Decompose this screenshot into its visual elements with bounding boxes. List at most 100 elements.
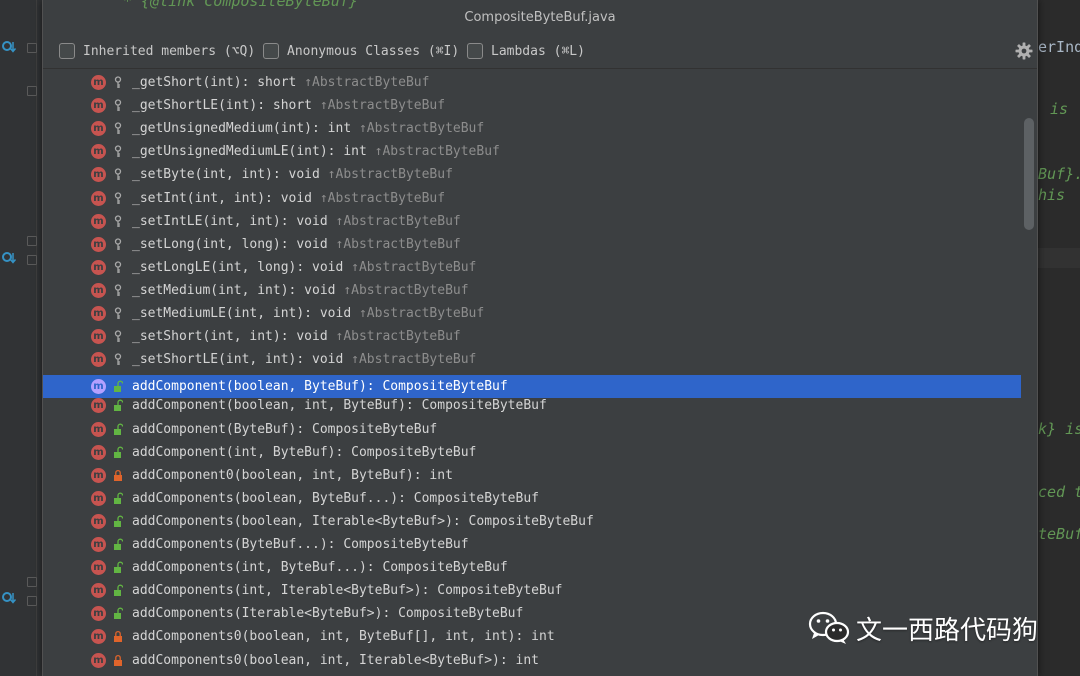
fold-toggle[interactable] xyxy=(27,86,37,96)
member-name: addComponents(int, ByteBuf...): Composit… xyxy=(132,560,508,575)
member-signature: _setInt(int, int): void ↑AbstractByteBuf xyxy=(132,190,445,207)
member-row[interactable]: m _setShort(int, int): void ↑AbstractByte… xyxy=(43,325,1021,348)
protected-key-icon xyxy=(114,307,122,319)
member-row[interactable]: m addComponents0(boolean, int, Iterable<B… xyxy=(43,649,1021,672)
protected-key-icon xyxy=(114,353,122,365)
method-icon: m xyxy=(91,260,106,275)
member-signature: _setLongLE(int, long): void ↑AbstractByt… xyxy=(132,259,476,276)
member-signature: _setByte(int, int): void ↑AbstractByteBu… xyxy=(132,166,453,183)
member-row[interactable]: m _setMedium(int, int): void ↑AbstractByt… xyxy=(43,279,1021,302)
fold-toggle[interactable] xyxy=(27,596,37,606)
member-signature: _getUnsignedMediumLE(int): int ↑Abstract… xyxy=(132,143,500,160)
member-row[interactable]: m _setIntLE(int, int): void ↑AbstractByte… xyxy=(43,210,1021,233)
member-row[interactable]: m _setShortLE(int, int): void ↑AbstractBy… xyxy=(43,348,1021,371)
member-row[interactable]: m addComponents(int, ByteBuf...): Composi… xyxy=(43,556,1021,579)
inherited-from-label: ↑AbstractByteBuf xyxy=(327,167,453,182)
member-row[interactable]: m addComponents(boolean, Iterable<ByteBuf… xyxy=(43,510,1021,533)
inherited-from-label: ↑AbstractByteBuf xyxy=(358,121,485,136)
member-row[interactable]: m addComponent(ByteBuf): CompositeByteBuf xyxy=(43,418,1021,441)
member-signature: addComponent(int, ByteBuf): CompositeByt… xyxy=(132,444,476,461)
member-name: addComponents(ByteBuf...): CompositeByte… xyxy=(132,537,469,552)
public-unlock-icon xyxy=(114,446,123,458)
member-name: addComponent(boolean, int, ByteBuf): Com… xyxy=(132,398,547,413)
protected-key-icon xyxy=(114,192,122,204)
checkbox-box[interactable] xyxy=(59,43,75,59)
fold-toggle[interactable] xyxy=(27,255,37,265)
member-name: addComponent0(boolean, int, ByteBuf): in… xyxy=(132,468,453,483)
private-lock-icon xyxy=(114,469,122,481)
inherited-members-checkbox[interactable]: Inherited members (⌥Q) xyxy=(59,42,255,60)
member-signature: addComponents0(boolean, int, Iterable<By… xyxy=(132,652,539,669)
member-signature: _setMediumLE(int, int): void ↑AbstractBy… xyxy=(132,305,484,322)
inherited-from-label: ↑AbstractByteBuf xyxy=(343,283,469,298)
method-icon: m xyxy=(91,583,106,598)
method-icon: m xyxy=(91,537,106,552)
member-signature: addComponent(boolean, ByteBuf): Composit… xyxy=(132,378,508,395)
member-row[interactable]: m _setInt(int, int): void ↑AbstractByteBu… xyxy=(43,187,1021,210)
member-row[interactable]: m _getUnsignedMedium(int): int ↑AbstractB… xyxy=(43,117,1021,140)
filter-bar: Inherited members (⌥Q) Anonymous Classes… xyxy=(43,34,1037,69)
implements-method-icon[interactable] xyxy=(1,251,17,265)
member-row[interactable]: m addComponent(int, ByteBuf): CompositeBy… xyxy=(43,441,1021,464)
member-row[interactable]: m addComponents(int, Iterable<ByteBuf>): … xyxy=(43,579,1021,602)
member-name: addComponents0(boolean, int, ByteBuf[], … xyxy=(132,629,555,644)
member-row[interactable]: m _setLong(int, long): void ↑AbstractByte… xyxy=(43,233,1021,256)
member-row[interactable]: m addComponents(boolean, ByteBuf...): Com… xyxy=(43,487,1021,510)
member-name: _setIntLE(int, int): void xyxy=(132,214,328,229)
protected-key-icon xyxy=(114,145,122,157)
watermark: 文一西路代码狗 xyxy=(808,608,1038,648)
protected-key-icon xyxy=(114,122,122,134)
member-name: _setLongLE(int, long): void xyxy=(132,260,344,275)
member-name: addComponents(Iterable<ByteBuf>): Compos… xyxy=(132,606,524,621)
member-row[interactable]: m _getShort(int): short ↑AbstractByteBuf xyxy=(43,71,1021,94)
scrollbar-thumb[interactable] xyxy=(1024,118,1034,230)
fold-toggle[interactable] xyxy=(27,236,37,246)
member-row[interactable]: m addComponent(boolean, int, ByteBuf): Co… xyxy=(43,394,1021,417)
member-signature: _getShortLE(int): short ↑AbstractByteBuf xyxy=(132,97,445,114)
member-name: _setMediumLE(int, int): void xyxy=(132,306,352,321)
implements-method-icon[interactable] xyxy=(1,40,17,54)
public-unlock-icon xyxy=(114,399,123,411)
private-lock-icon xyxy=(114,654,122,666)
member-signature: _getUnsignedMedium(int): int ↑AbstractBy… xyxy=(132,120,484,137)
checkbox-box[interactable] xyxy=(467,43,483,59)
wechat-icon xyxy=(808,611,850,644)
method-icon: m xyxy=(91,75,106,90)
member-row[interactable]: m addComponent0(boolean, int, ByteBuf): i… xyxy=(43,464,1021,487)
protected-key-icon xyxy=(114,330,122,342)
member-row[interactable]: m _getUnsignedMediumLE(int): int ↑Abstrac… xyxy=(43,140,1021,163)
member-row[interactable]: m addComponents(ByteBuf...): CompositeByt… xyxy=(43,533,1021,556)
method-icon: m xyxy=(91,491,106,506)
member-name: addComponents0(boolean, int, Iterable<By… xyxy=(132,653,539,668)
editor-code-area: erInd is Buf}. his k} is ced t teBuf xyxy=(1036,0,1080,676)
member-row[interactable]: m _getShortLE(int): short ↑AbstractByteBu… xyxy=(43,94,1021,117)
method-icon: m xyxy=(91,306,106,321)
inherited-from-label: ↑AbstractByteBuf xyxy=(351,260,477,275)
member-signature: addComponent(ByteBuf): CompositeByteBuf xyxy=(132,421,437,438)
protected-key-icon xyxy=(114,168,122,180)
implements-method-icon[interactable] xyxy=(1,591,17,605)
method-icon: m xyxy=(91,422,106,437)
lambdas-checkbox[interactable]: Lambdas (⌘L) xyxy=(467,42,585,60)
fold-toggle[interactable] xyxy=(27,43,37,53)
checkbox-box[interactable] xyxy=(263,43,279,59)
fold-toggle[interactable] xyxy=(27,577,37,587)
member-row[interactable]: m _setByte(int, int): void ↑AbstractByteB… xyxy=(43,163,1021,186)
checkbox-label: Lambdas (⌘L) xyxy=(491,43,585,59)
method-icon: m xyxy=(91,629,106,644)
member-signature: _setLong(int, long): void ↑AbstractByteB… xyxy=(132,236,461,253)
gutter-divider xyxy=(36,0,37,676)
private-lock-icon xyxy=(114,630,122,642)
anonymous-classes-checkbox[interactable]: Anonymous Classes (⌘I) xyxy=(263,42,459,60)
method-icon: m xyxy=(91,121,106,136)
member-signature: _setShortLE(int, int): void ↑AbstractByt… xyxy=(132,351,476,368)
member-signature: addComponent0(boolean, int, ByteBuf): in… xyxy=(132,467,453,484)
member-list[interactable]: m _getShort(int): short ↑AbstractByteBuf m… xyxy=(43,71,1021,676)
method-icon: m xyxy=(91,560,106,575)
method-icon: m xyxy=(91,237,106,252)
code-fragment: erInd xyxy=(1038,38,1080,56)
member-row[interactable]: m _setLongLE(int, long): void ↑AbstractBy… xyxy=(43,256,1021,279)
member-name: _getShortLE(int): short xyxy=(132,98,313,113)
gear-icon[interactable] xyxy=(1015,42,1033,60)
member-row[interactable]: m _setMediumLE(int, int): void ↑AbstractB… xyxy=(43,302,1021,325)
